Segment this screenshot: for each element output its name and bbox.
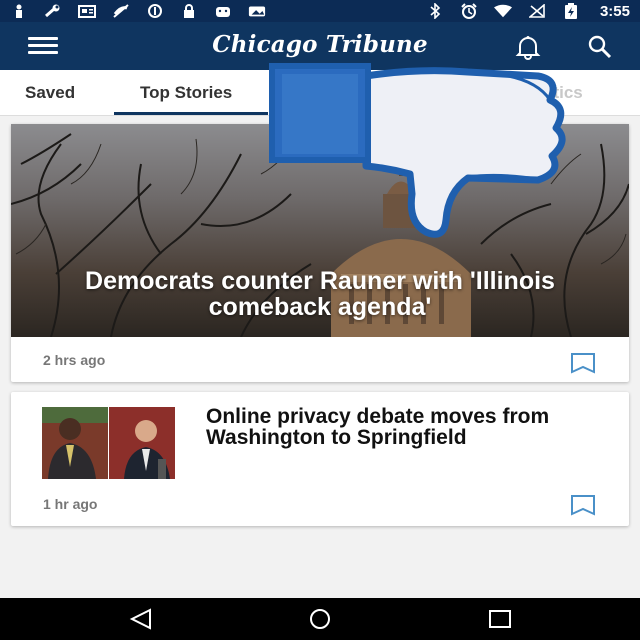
person-icon <box>10 4 28 18</box>
tab-saved[interactable]: Saved <box>25 83 75 103</box>
story-time: 1 hr ago <box>43 496 98 512</box>
status-left-icons <box>10 4 266 18</box>
wifi-icon <box>493 4 512 18</box>
thumbs-down-icon <box>268 62 578 240</box>
status-right-icons: 3:55 <box>426 3 630 20</box>
bookmark-icon[interactable] <box>570 352 596 374</box>
bell-icon[interactable] <box>514 34 542 60</box>
no-phone-icon <box>112 4 130 18</box>
navigation-bar <box>0 598 640 640</box>
story-card[interactable]: Online privacy debate moves from Washing… <box>11 392 629 526</box>
search-icon[interactable] <box>586 34 614 60</box>
sync-icon <box>146 4 164 18</box>
back-icon[interactable] <box>128 608 156 630</box>
alarm-icon <box>460 3 478 19</box>
bluetooth-icon <box>426 3 444 19</box>
story-headline: Democrats counter Rauner with 'Illinois … <box>85 267 555 321</box>
tab-selected-indicator <box>114 112 268 115</box>
tab-top-stories[interactable]: Top Stories <box>140 83 232 103</box>
no-signal-icon <box>528 4 546 18</box>
battery-charging-icon <box>562 3 580 19</box>
photo-icon <box>248 4 266 18</box>
story-thumbnail <box>42 407 175 479</box>
app-title: Chicago Tribune <box>212 31 428 58</box>
story-time: 2 hrs ago <box>43 352 106 368</box>
recents-icon[interactable] <box>486 608 514 630</box>
android-icon <box>214 4 232 18</box>
status-time: 3:55 <box>599 2 630 20</box>
bookmark-icon[interactable] <box>570 494 596 516</box>
home-icon[interactable] <box>305 608 333 630</box>
status-bar: 3:55 <box>0 0 640 22</box>
news-icon <box>78 4 96 18</box>
story-headline: Online privacy debate moves from Washing… <box>206 405 550 449</box>
lock-icon <box>180 4 198 18</box>
wrench-icon <box>44 4 62 18</box>
